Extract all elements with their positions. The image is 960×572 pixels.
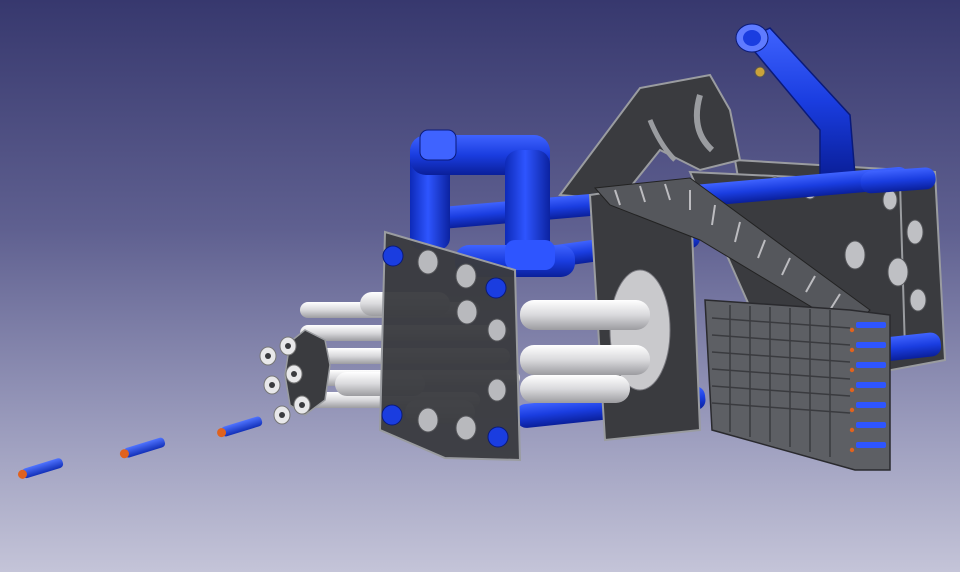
intake-pipe[interactable] — [735, 23, 856, 176]
dart-3 — [217, 416, 263, 438]
dart-2 — [119, 437, 166, 459]
dart-1 — [17, 458, 64, 479]
gatling-model-render — [17, 23, 947, 481]
projectile-darts[interactable] — [17, 416, 263, 481]
dart-magazine[interactable] — [704, 299, 891, 471]
front-frame-plate[interactable] — [378, 230, 522, 462]
3d-viewport[interactable] — [0, 0, 960, 572]
muzzle-plate[interactable] — [259, 329, 331, 425]
